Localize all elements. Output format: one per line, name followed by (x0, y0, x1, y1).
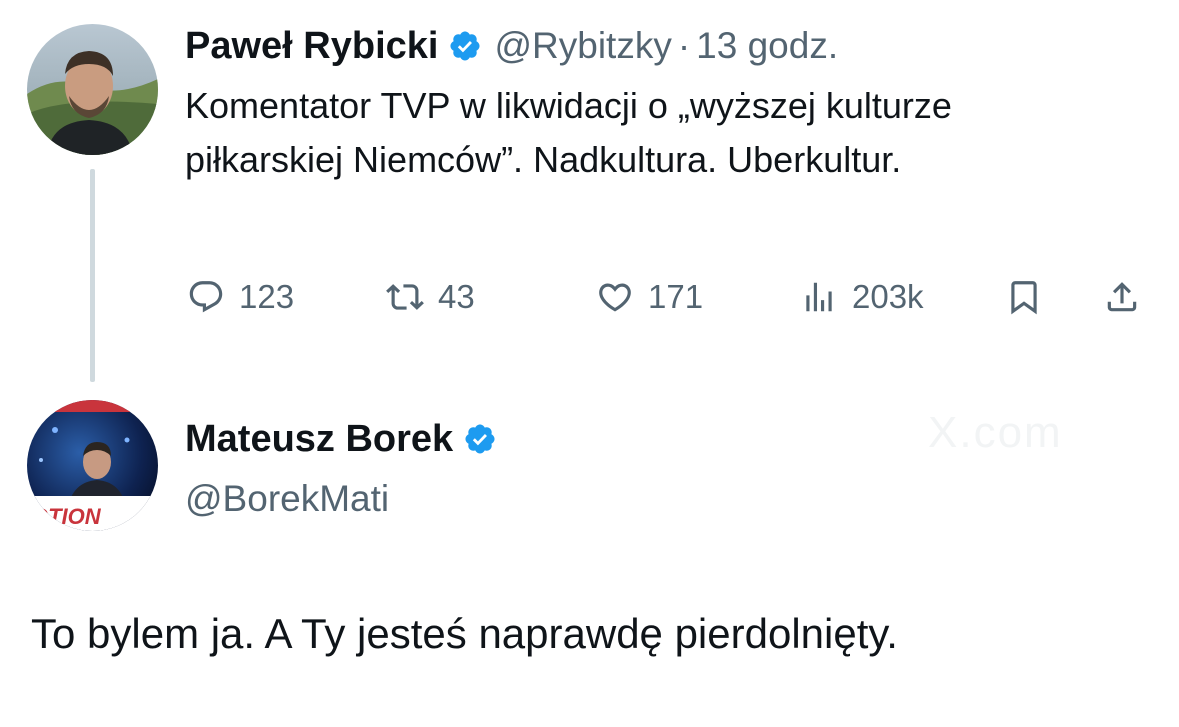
watermark-text: X.com (928, 408, 1063, 457)
bookmark-button[interactable] (1005, 272, 1043, 322)
share-button[interactable] (1103, 272, 1141, 322)
heart-icon (596, 278, 634, 316)
views-button[interactable]: 203k (800, 272, 924, 322)
verified-badge-icon (448, 29, 482, 63)
share-icon (1103, 278, 1141, 316)
views-count: 203k (852, 278, 924, 315)
tweet-text: Komentator TVP w likwidacji o „wyższej k… (185, 85, 952, 180)
tweet-header: Paweł Rybicki @Rybitzky · 13 godz. (185, 18, 838, 74)
reply-button[interactable]: 123 (187, 272, 294, 322)
retweet-button[interactable]: 43 (386, 272, 475, 322)
bookmark-icon (1005, 278, 1043, 316)
verified-badge-icon (463, 422, 497, 456)
reply-text: To bylem ja. A Ty jesteś naprawdę pierdo… (31, 610, 898, 657)
avatar-banner-text: OTION (31, 504, 102, 529)
reply-icon (187, 278, 225, 316)
tweet-action-bar: 123 43 171 203k (0, 272, 1179, 322)
reply-author-avatar[interactable]: OTION (27, 400, 158, 531)
separator-dot: · (677, 25, 691, 66)
like-button[interactable]: 171 (596, 272, 703, 322)
avatar-photo-pawel (27, 24, 158, 155)
retweet-icon (386, 278, 424, 316)
author-avatar[interactable] (27, 24, 158, 155)
like-count: 171 (648, 278, 704, 315)
author-name[interactable]: Paweł Rybicki (185, 25, 438, 68)
retweet-count: 43 (438, 278, 475, 315)
reply-count: 123 (239, 278, 295, 315)
views-icon (800, 278, 838, 316)
reply-author-name[interactable]: Mateusz Borek (185, 418, 453, 461)
reply-author-handle[interactable]: @BorekMati (185, 478, 509, 520)
avatar-photo-mateusz: OTION (27, 400, 158, 531)
author-handle[interactable]: @Rybitzky (494, 25, 671, 67)
tweet-timestamp[interactable]: 13 godz. (696, 25, 838, 67)
reply-header: Mateusz Borek @BorekMati (185, 412, 509, 520)
